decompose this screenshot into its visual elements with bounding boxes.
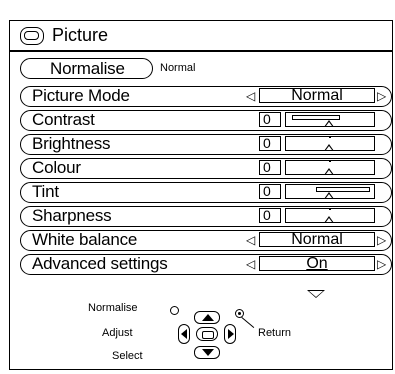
contrast-slider[interactable]	[285, 112, 375, 127]
legend-return-label: Return	[258, 327, 292, 339]
legend-normalise-label: Normalise	[88, 302, 138, 314]
sharpness-value: 0	[259, 208, 281, 223]
picture-menu-icon	[20, 27, 44, 45]
row-label: Colour	[32, 158, 81, 177]
row-label: Contrast	[32, 110, 95, 129]
left-key-icon	[178, 324, 190, 344]
right-arrow-icon[interactable]: ▷	[377, 234, 386, 246]
row-label: Advanced settings	[32, 254, 168, 273]
slider-marker-icon	[324, 216, 334, 223]
slider-marker-icon	[324, 192, 334, 199]
normalise-status: Normal	[160, 62, 196, 74]
colour-value: 0	[259, 160, 281, 175]
slider-center-dot	[329, 208, 331, 210]
picture-mode-value: Normal	[291, 87, 343, 104]
left-arrow-icon[interactable]: ◁	[246, 234, 255, 246]
row-label: Brightness	[32, 134, 111, 153]
left-arrow-icon[interactable]: ◁	[246, 90, 255, 102]
picture-mode-value-box: Normal	[259, 87, 375, 104]
slider-center-dot	[329, 136, 331, 138]
slider-marker-icon	[324, 120, 334, 127]
right-arrow-icon[interactable]: ▷	[377, 90, 386, 102]
row-label: Sharpness	[32, 206, 112, 225]
brightness-slider[interactable]	[285, 136, 375, 151]
row-label: Tint	[32, 182, 59, 201]
down-key-icon	[194, 346, 220, 359]
menu-row-tint[interactable]: Tint 0	[20, 182, 392, 203]
menu-row-sharpness[interactable]: Sharpness 0	[20, 206, 392, 227]
slider-marker-icon	[324, 168, 334, 175]
menu-row-advanced-settings[interactable]: Advanced settings ◁ On ▷	[20, 254, 392, 275]
normalise-label: Normalise	[50, 59, 125, 78]
white-balance-value-box: Normal	[259, 231, 375, 248]
menu-row-white-balance[interactable]: White balance ◁ Normal ▷	[20, 230, 392, 251]
row-label: White balance	[32, 230, 138, 249]
scroll-down-icon	[307, 290, 325, 298]
sharpness-slider[interactable]	[285, 208, 375, 223]
legend-adjust-label: Adjust	[102, 327, 133, 339]
menu-row-brightness[interactable]: Brightness 0	[20, 134, 392, 155]
white-balance-value: Normal	[291, 231, 343, 248]
menu-row-contrast[interactable]: Contrast 0	[20, 110, 392, 131]
colour-slider[interactable]	[285, 160, 375, 175]
brightness-value: 0	[259, 136, 281, 151]
normalise-button[interactable]: Normalise	[20, 58, 153, 79]
tint-value: 0	[259, 184, 281, 199]
up-key-icon	[194, 311, 220, 324]
slider-center-dot	[329, 160, 331, 162]
right-key-icon	[224, 324, 236, 344]
legend-select-label: Select	[112, 350, 143, 362]
tint-slider[interactable]	[285, 184, 375, 199]
right-arrow-icon[interactable]: ▷	[377, 258, 386, 270]
contrast-value: 0	[259, 112, 281, 127]
title-bar: Picture	[9, 20, 393, 52]
advanced-settings-value: On	[306, 255, 328, 272]
advanced-settings-value-box: On	[259, 255, 375, 272]
normalise-circle-icon	[170, 306, 179, 315]
page-title: Picture	[52, 25, 109, 45]
row-label: Picture Mode	[32, 86, 130, 105]
left-arrow-icon[interactable]: ◁	[246, 258, 255, 270]
slider-marker-icon	[324, 144, 334, 151]
menu-row-colour[interactable]: Colour 0	[20, 158, 392, 179]
menu-row-picture-mode[interactable]: Picture Mode ◁ Normal ▷	[20, 86, 392, 107]
action-key-icon	[196, 327, 218, 341]
